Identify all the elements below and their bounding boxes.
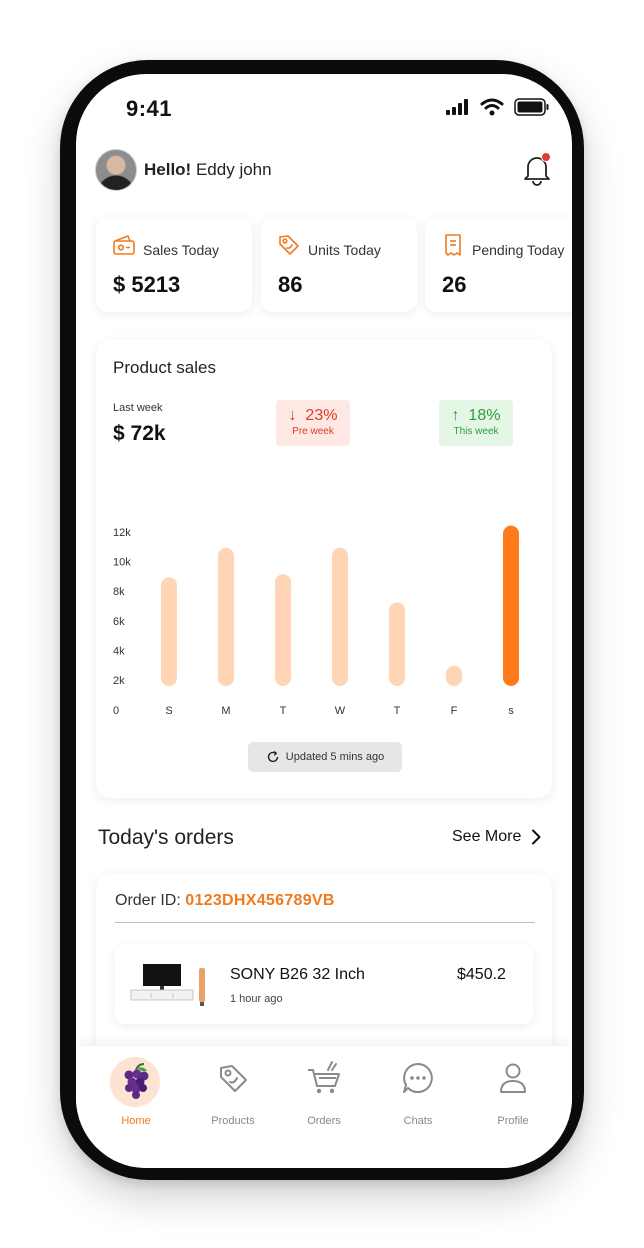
nav-label: Chats	[403, 1115, 433, 1127]
pre-week-pct: ↓ 23%	[276, 407, 350, 425]
chart-bar[interactable]	[446, 665, 462, 686]
sales-bar-chart: 0 2k 4k 6k 8k 10k 12k S M T W T Fs	[113, 525, 519, 717]
arrow-down-icon: ↓	[288, 407, 297, 424]
chart-bar[interactable]	[503, 525, 519, 686]
divider	[115, 922, 535, 923]
order-id-row: Order ID: 0123DHX456789VB	[115, 892, 335, 910]
stat-value: 86	[278, 272, 303, 297]
stat-card-units[interactable]: Units Today 86	[261, 217, 417, 312]
product-price: $450.2	[457, 966, 506, 983]
status-time: 9:41	[126, 96, 173, 121]
see-more-link[interactable]: See More	[452, 828, 541, 846]
this-week-pct-value: 18%	[468, 407, 501, 424]
cart-icon	[308, 1061, 340, 1094]
orders-title: Today's orders	[98, 826, 234, 849]
app-screen: 9:41 Hello! Eddy john Sales Today $ 5213…	[76, 74, 572, 1168]
wallet-icon	[113, 235, 135, 255]
order-time: 1 hour ago	[230, 993, 283, 1005]
nav-label: Profile	[497, 1115, 529, 1127]
product-sales-title: Product sales	[113, 358, 216, 377]
person-icon	[500, 1063, 526, 1093]
product-name: SONY B26 32 Inch	[230, 966, 365, 983]
product-image	[130, 964, 205, 1006]
chart-bar[interactable]	[218, 547, 234, 686]
see-more-label: See More	[452, 828, 522, 845]
order-id-label: Order ID:	[115, 892, 181, 909]
stat-card-sales[interactable]: Sales Today $ 5213	[96, 217, 252, 312]
y-tick-label: 2k	[113, 675, 125, 687]
y-tick-label: 4k	[113, 645, 125, 657]
pre-week-label: Pre week	[292, 426, 334, 437]
last-week-value: $ 72k	[113, 422, 166, 445]
greeting: Hello! Eddy john	[144, 160, 272, 180]
wifi-icon	[480, 98, 504, 116]
this-week-pct: ↑ 18%	[439, 407, 513, 425]
y-tick-label: 0	[113, 705, 119, 717]
battery-icon	[514, 98, 549, 116]
chat-bubble-icon	[403, 1063, 433, 1093]
nav-label: Home	[121, 1115, 151, 1127]
this-week-badge: ↑ 18% This week	[439, 400, 513, 446]
stat-label: Pending Today	[472, 242, 565, 258]
nav-label: Orders	[307, 1115, 341, 1127]
last-week-label: Last week	[113, 402, 163, 414]
x-tick-label: s	[508, 705, 514, 717]
chart-bar[interactable]	[332, 547, 348, 686]
x-tick-label: S	[165, 705, 172, 717]
order-item[interactable]: SONY B26 32 Inch 1 hour ago $450.2	[115, 944, 533, 1024]
x-tick-label: W	[335, 705, 346, 717]
chevron-right-icon	[532, 829, 541, 845]
bottom-nav: Home Products Orders Chats Profile	[76, 1046, 572, 1168]
stat-label: Units Today	[308, 242, 381, 258]
x-tick-label: T	[280, 705, 287, 717]
grapes-icon	[124, 1063, 149, 1099]
avatar[interactable]	[95, 149, 137, 191]
refresh-icon	[267, 750, 278, 763]
x-tick-label: F	[451, 705, 458, 717]
this-week-label: This week	[453, 426, 499, 437]
stat-value: 26	[442, 272, 467, 297]
tag-icon	[279, 235, 299, 255]
updated-button[interactable]: Updated 5 mins ago	[248, 742, 402, 772]
x-tick-label: M	[221, 705, 230, 717]
greeting-bold: Hello!	[144, 160, 192, 179]
arrow-up-icon: ↑	[451, 407, 460, 424]
signal-icon	[446, 99, 468, 115]
y-tick-label: 10k	[113, 557, 131, 569]
x-tick-label: T	[394, 705, 401, 717]
updated-text: Updated 5 mins ago	[285, 751, 385, 763]
status-icons	[446, 98, 550, 116]
stat-card-pending[interactable]: Pending Today 26	[425, 217, 572, 312]
y-tick-label: 12k	[113, 527, 131, 539]
user-name: Eddy john	[195, 160, 272, 179]
tag-icon	[220, 1065, 247, 1092]
y-tick-label: 6k	[113, 616, 125, 628]
pre-week-badge: ↓ 23% Pre week	[276, 400, 350, 446]
chart-bar[interactable]	[161, 577, 177, 686]
y-tick-label: 8k	[113, 586, 125, 598]
receipt-icon	[445, 234, 461, 256]
stat-value: $ 5213	[113, 272, 181, 297]
stat-label: Sales Today	[143, 242, 220, 258]
notification-dot	[541, 152, 551, 162]
chart-bar[interactable]	[275, 574, 291, 686]
notification-button[interactable]	[522, 152, 552, 186]
pre-week-pct-value: 23%	[305, 407, 338, 424]
chart-bar[interactable]	[389, 602, 405, 686]
nav-label: Products	[211, 1115, 255, 1127]
order-id-value: 0123DHX456789VB	[185, 892, 335, 909]
product-sales-card: Product sales Last week $ 72k ↓ 23% Pre …	[96, 340, 552, 798]
